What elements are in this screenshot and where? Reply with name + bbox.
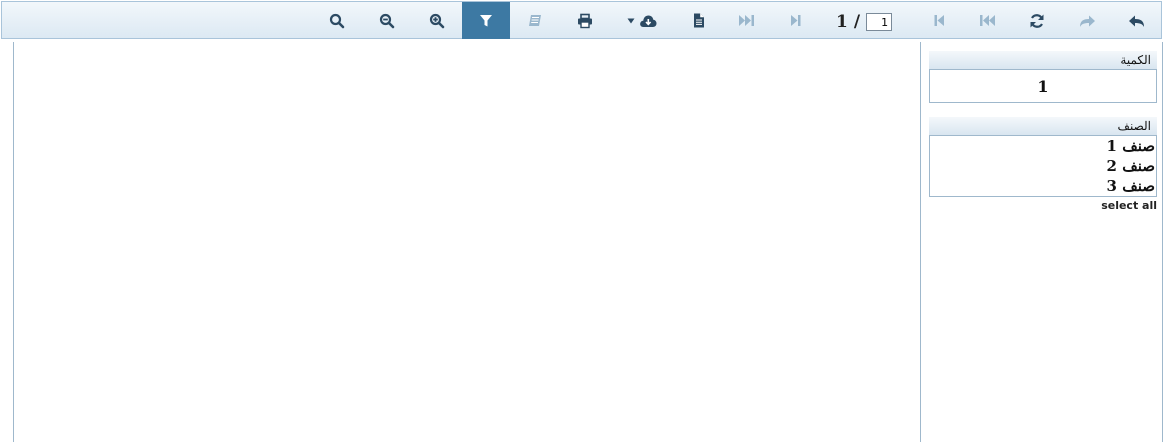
- print-button[interactable]: [561, 2, 609, 39]
- search-icon: [329, 13, 345, 28]
- select-all-link[interactable]: select all: [929, 199, 1157, 212]
- category-label: الصنف: [929, 117, 1157, 135]
- previous-page-icon: [934, 15, 944, 26]
- report-viewer-area: [13, 42, 921, 442]
- filter-button[interactable]: [462, 2, 510, 39]
- zoom-in-icon: [429, 13, 445, 28]
- next-page-button[interactable]: [772, 2, 820, 39]
- category-option[interactable]: صنف 3: [930, 176, 1156, 196]
- refresh-icon: [1030, 13, 1044, 28]
- first-page-icon: [980, 15, 995, 26]
- zoom-in-button[interactable]: [413, 2, 461, 39]
- category-list[interactable]: صنف 1 صنف 2 صنف 3: [929, 135, 1157, 197]
- refresh-button[interactable]: [1013, 2, 1061, 39]
- caret-down-icon: [627, 18, 635, 23]
- book-button[interactable]: [511, 2, 559, 39]
- current-page-input[interactable]: [866, 13, 893, 31]
- redo-icon: [1080, 15, 1095, 27]
- export-download-icon: [640, 15, 657, 27]
- filter-icon: [480, 14, 492, 26]
- document-button[interactable]: [675, 2, 723, 39]
- category-option[interactable]: صنف 1: [930, 136, 1156, 156]
- export-button[interactable]: [616, 2, 668, 39]
- document-icon: [694, 13, 704, 28]
- previous-page-button[interactable]: [915, 2, 963, 39]
- category-option[interactable]: صنف 2: [930, 156, 1156, 176]
- redo-button[interactable]: [1063, 2, 1111, 39]
- quantity-label: الكمية: [929, 51, 1157, 69]
- quantity-field[interactable]: 1: [929, 69, 1157, 103]
- book-icon: [529, 14, 541, 26]
- parameters-panel: الكمية 1 الصنف صنف 1 صنف 2 صنف 3 select …: [922, 42, 1163, 442]
- report-toolbar: 1 /: [1, 1, 1162, 39]
- pager: 1 /: [836, 11, 893, 33]
- last-page-icon: [739, 15, 754, 26]
- back-button[interactable]: [1113, 2, 1161, 39]
- zoom-out-button[interactable]: [363, 2, 411, 39]
- search-button[interactable]: [313, 2, 361, 39]
- total-pages: 1: [836, 12, 848, 32]
- print-icon: [578, 13, 592, 28]
- next-page-icon: [791, 15, 801, 26]
- last-page-button[interactable]: [723, 2, 771, 39]
- pager-separator: /: [853, 12, 861, 32]
- undo-back-icon: [1129, 15, 1144, 27]
- first-page-button[interactable]: [963, 2, 1011, 39]
- zoom-out-icon: [379, 13, 395, 28]
